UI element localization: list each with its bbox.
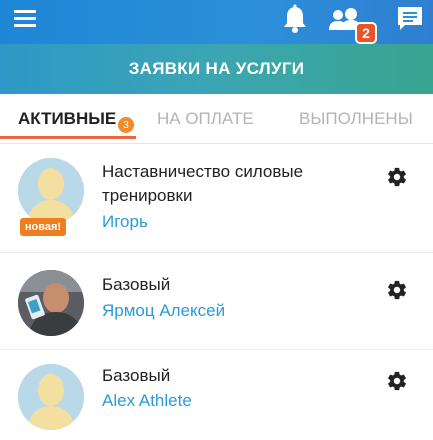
bell-icon[interactable]	[281, 4, 309, 34]
new-badge: новая!	[20, 218, 66, 236]
request-title: Базовый	[102, 275, 171, 294]
tab-bar: АКТИВНЫЕ 3 НА ОПЛАТЕ ВЫПОЛНЕНЫ	[0, 94, 433, 144]
request-title: Базовый	[102, 366, 171, 385]
client-name[interactable]: Ярмоц Алексей	[102, 299, 225, 323]
tab-active[interactable]: АКТИВНЫЕ	[18, 109, 116, 129]
client-name[interactable]: Игорь	[102, 210, 148, 234]
gear-icon[interactable]	[386, 370, 408, 392]
menu-icon[interactable]	[14, 8, 36, 28]
request-row[interactable]: новая! Наставничество силовые тренировки…	[0, 144, 433, 253]
tab-completed[interactable]: ВЫПОЛНЕНЫ	[299, 109, 413, 129]
request-row[interactable]: Базовый Alex Athlete	[0, 350, 433, 440]
client-name[interactable]: Alex Athlete	[102, 389, 192, 413]
tab-active-indicator	[0, 136, 136, 139]
request-title: Наставничество силовые тренировки	[102, 162, 304, 205]
page-title: ЗАЯВКИ НА УСЛУГИ	[128, 59, 305, 78]
gear-icon[interactable]	[386, 279, 408, 301]
message-icon[interactable]	[396, 4, 424, 34]
people-badge: 2	[355, 22, 377, 44]
page-title-bar: ЗАЯВКИ НА УСЛУГИ	[0, 44, 433, 94]
tab-active-badge: 3	[118, 117, 134, 133]
top-app-bar: 2	[0, 0, 433, 44]
request-row[interactable]: Базовый Ярмоц Алексей	[0, 253, 433, 350]
avatar-photo	[18, 270, 84, 336]
gear-icon[interactable]	[386, 166, 408, 188]
avatar-placeholder	[18, 158, 84, 224]
avatar-placeholder	[18, 364, 84, 430]
tab-awaiting-payment[interactable]: НА ОПЛАТЕ	[157, 109, 254, 129]
